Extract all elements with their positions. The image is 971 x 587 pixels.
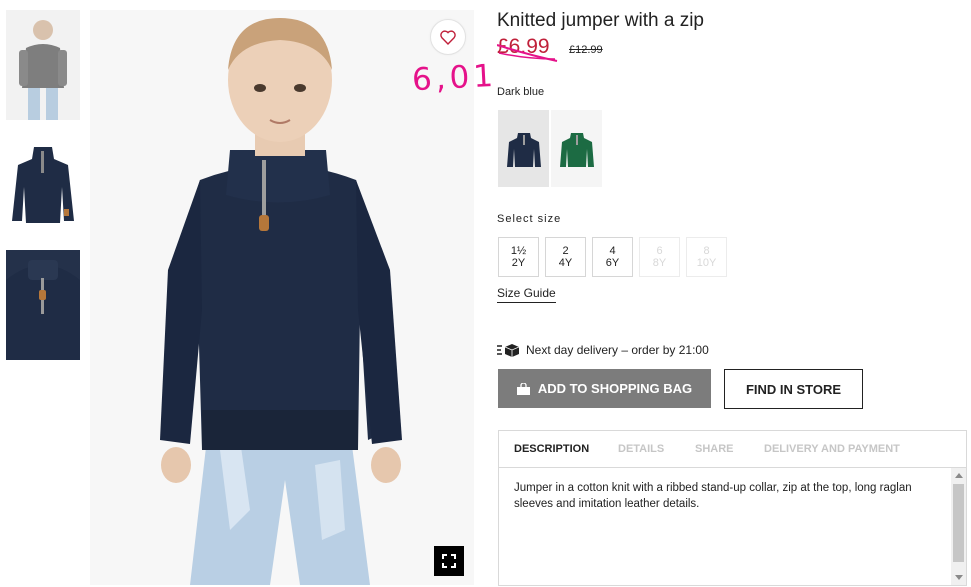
thumbnail-front[interactable] bbox=[6, 137, 80, 227]
size-age: 6 bbox=[656, 245, 663, 257]
size-age: 1½ bbox=[510, 245, 527, 257]
find-in-store-button[interactable]: FIND IN STORE bbox=[724, 369, 863, 409]
size-age: 2 bbox=[562, 245, 569, 257]
tab-share[interactable]: SHARE bbox=[695, 443, 734, 455]
fullscreen-button[interactable] bbox=[434, 546, 464, 576]
size-option-2-4y[interactable]: 2 4Y bbox=[545, 237, 586, 277]
thumbnail-front-image bbox=[12, 147, 74, 223]
size-age: 4 bbox=[609, 245, 616, 257]
size-guide-link[interactable]: Size Guide bbox=[497, 286, 556, 303]
thumbnail-model-image bbox=[6, 10, 80, 120]
delivery-box-icon bbox=[497, 344, 519, 357]
tab-description[interactable]: DESCRIPTION bbox=[514, 443, 589, 455]
favorite-button[interactable] bbox=[430, 19, 466, 55]
handwritten-annotation: 6,01 bbox=[411, 57, 498, 99]
price-scribble bbox=[497, 44, 558, 62]
size-code: 6Y bbox=[605, 257, 620, 269]
tab-delivery-and-payment[interactable]: DELIVERY AND PAYMENT bbox=[764, 443, 900, 455]
scroll-down-icon[interactable] bbox=[955, 575, 963, 580]
thumbnail-collar-detail[interactable] bbox=[6, 250, 80, 360]
shopping-bag-icon bbox=[516, 382, 530, 395]
scroll-thumb[interactable] bbox=[953, 484, 964, 562]
find-in-store-label: FIND IN STORE bbox=[745, 381, 842, 397]
description-scrollbar[interactable] bbox=[951, 468, 966, 585]
thumbnail-collar-image bbox=[6, 250, 80, 360]
thumbnail-model[interactable] bbox=[6, 10, 80, 120]
original-price: £12.99 bbox=[569, 44, 603, 56]
info-tabs: DESCRIPTION DETAILS SHARE DELIVERY AND P… bbox=[499, 431, 966, 468]
scroll-up-icon[interactable] bbox=[955, 473, 963, 478]
size-code: 8Y bbox=[652, 257, 667, 269]
size-option-6-8y: 6 8Y bbox=[639, 237, 680, 277]
product-info-panel: DESCRIPTION DETAILS SHARE DELIVERY AND P… bbox=[498, 430, 967, 586]
jumper-dark-blue-thumb bbox=[506, 132, 541, 167]
expand-icon bbox=[442, 554, 456, 568]
size-code: 4Y bbox=[558, 257, 573, 269]
size-code: 2Y bbox=[511, 257, 526, 269]
size-age: 8 bbox=[703, 245, 710, 257]
delivery-info: Next day delivery – order by 21:00 bbox=[497, 343, 709, 357]
delivery-text: Next day delivery – order by 21:00 bbox=[526, 343, 709, 357]
select-size-label: Select size bbox=[497, 213, 562, 225]
jumper-green-thumb bbox=[559, 132, 594, 167]
add-to-bag-label: ADD TO SHOPPING BAG bbox=[537, 381, 693, 396]
size-code: 10Y bbox=[696, 257, 717, 269]
product-title: Knitted jumper with a zip bbox=[497, 10, 704, 31]
color-swatch-dark-blue[interactable] bbox=[498, 110, 549, 187]
size-option-1-2y[interactable]: 1½ 2Y bbox=[498, 237, 539, 277]
size-option-4-6y[interactable]: 4 6Y bbox=[592, 237, 633, 277]
tab-details[interactable]: DETAILS bbox=[618, 443, 664, 455]
color-swatch-green[interactable] bbox=[551, 110, 602, 187]
heart-icon bbox=[440, 29, 456, 45]
product-description: Jumper in a cotton knit with a ribbed st… bbox=[514, 482, 912, 510]
size-option-8-10y: 8 10Y bbox=[686, 237, 727, 277]
price-block: £6.99 bbox=[497, 33, 561, 67]
color-name: Dark blue bbox=[497, 86, 545, 98]
add-to-bag-button[interactable]: ADD TO SHOPPING BAG bbox=[498, 369, 711, 408]
